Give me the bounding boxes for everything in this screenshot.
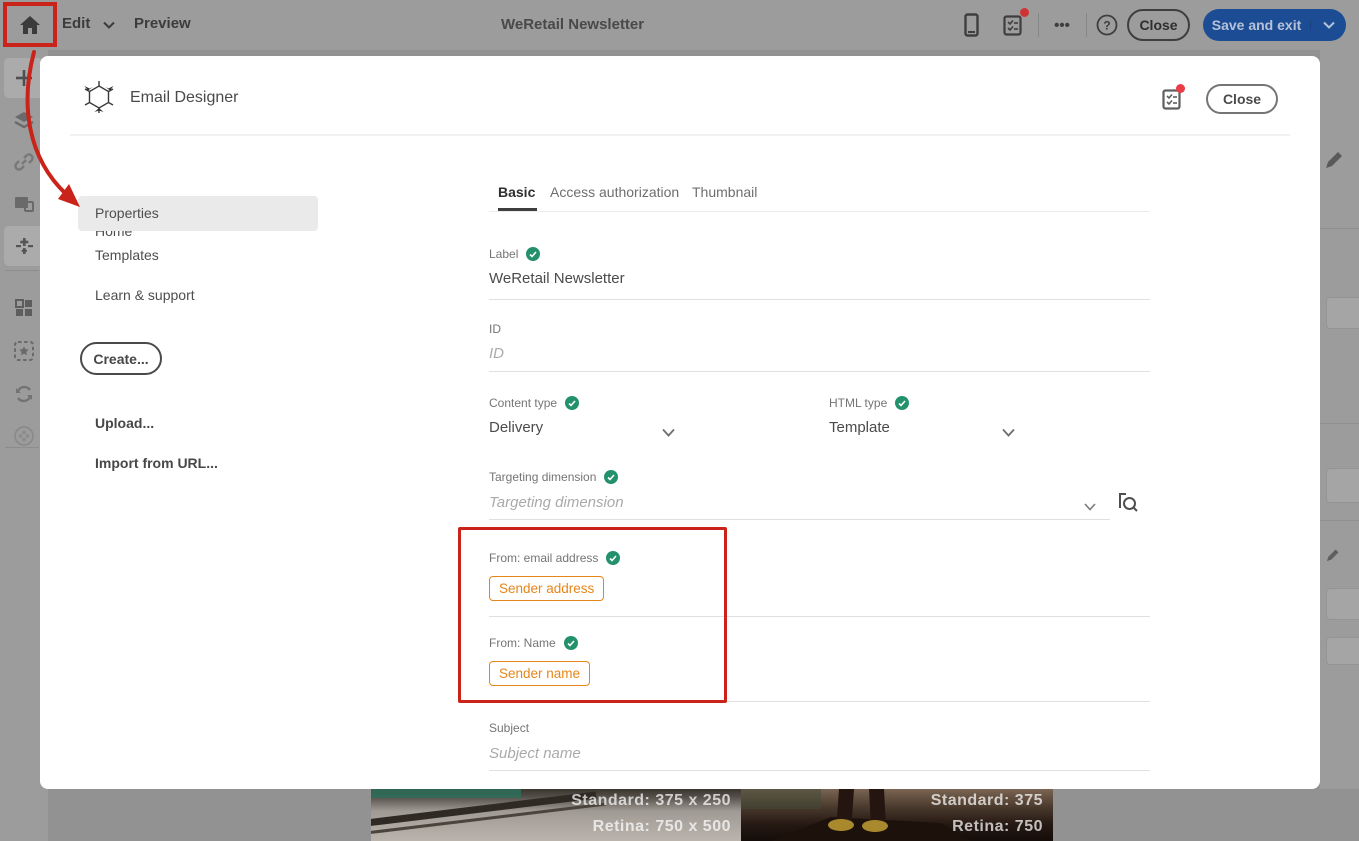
background-field [1326, 297, 1359, 329]
divider [489, 211, 1150, 212]
divider [5, 270, 39, 271]
preview-menu[interactable]: Preview [134, 15, 191, 32]
chevron-down-icon[interactable] [1002, 424, 1015, 442]
background-field [1326, 588, 1359, 620]
targeting-dimension-select[interactable]: Targeting dimension [489, 494, 624, 511]
page-title: WeRetail Newsletter [501, 16, 644, 33]
label-input[interactable]: WeRetail Newsletter [489, 270, 625, 287]
id-field-label: ID [489, 322, 501, 336]
divider [1038, 13, 1039, 37]
device-preview-icon[interactable] [958, 12, 984, 38]
pencil-icon [1322, 150, 1344, 177]
browse-search-icon[interactable] [1118, 492, 1138, 517]
screen: Edit Preview WeRetail Newsletter ••• ? C… [0, 0, 1359, 841]
sync-button[interactable] [4, 374, 44, 414]
dialog-title: Email Designer [130, 89, 238, 107]
save-and-exit-button[interactable]: Save and exit [1203, 9, 1346, 41]
tab-basic[interactable]: Basic [498, 184, 535, 200]
background-field [1326, 468, 1359, 503]
tab-thumbnail[interactable]: Thumbnail [692, 184, 757, 200]
dialog-close-button[interactable]: Close [1206, 84, 1278, 114]
tab-access-authorization[interactable]: Access authorization [550, 184, 679, 200]
save-options-chevron[interactable] [1310, 21, 1346, 29]
valid-check-icon [565, 396, 579, 410]
annotation-box-from-fields [458, 527, 727, 703]
input-underline [489, 519, 1110, 520]
html-type-select[interactable]: Template [829, 419, 890, 436]
nav-item-learn-support[interactable]: Learn & support [95, 287, 195, 303]
photo-caption: Retina: 750 x 500 [593, 818, 731, 836]
targeting-dimension-label: Targeting dimension [489, 470, 618, 484]
input-underline [489, 770, 1150, 771]
help-icon[interactable]: ? [1094, 12, 1120, 38]
save-and-exit-label[interactable]: Save and exit [1203, 17, 1310, 33]
photo-caption: Standard: 375 [931, 792, 1043, 810]
pencil-icon [1324, 548, 1340, 569]
chevron-down-icon[interactable] [662, 424, 675, 442]
background-properties-panel [1320, 50, 1359, 789]
page-information-icon[interactable] [999, 12, 1025, 38]
newsletter-photo-ski: Standard: 375 x 250 Retina: 750 x 500 [371, 789, 741, 841]
valid-check-icon [604, 470, 618, 484]
input-underline [489, 299, 1150, 300]
services-button[interactable] [4, 416, 44, 456]
photo-caption: Standard: 375 x 250 [571, 792, 731, 810]
svg-text:?: ? [1103, 19, 1110, 33]
content-type-label: Content type [489, 396, 579, 410]
create-button[interactable]: Create... [80, 342, 162, 375]
valid-check-icon [895, 396, 909, 410]
divider [70, 134, 1290, 136]
editor-topbar: Edit Preview WeRetail Newsletter ••• ? C… [0, 0, 1359, 50]
photo-caption: Retina: 750 [952, 818, 1043, 836]
more-options-icon[interactable]: ••• [1047, 12, 1077, 38]
subject-label: Subject [489, 721, 529, 735]
input-underline [489, 371, 1150, 372]
annotation-arrow [0, 0, 140, 240]
notification-dot [1176, 84, 1185, 93]
valid-check-icon [526, 247, 540, 261]
id-input[interactable]: ID [489, 345, 504, 362]
fragments-button[interactable] [4, 331, 44, 371]
topbar-close-button[interactable]: Close [1127, 9, 1190, 41]
nav-item-templates[interactable]: Templates [95, 247, 159, 263]
background-field [1326, 637, 1359, 665]
upload-action[interactable]: Upload... [95, 415, 154, 431]
newsletter-photo-hiker: Standard: 375 Retina: 750 [741, 789, 1053, 841]
subject-input[interactable]: Subject name [489, 745, 581, 762]
divider [5, 447, 39, 448]
chevron-down-icon[interactable] [1084, 498, 1096, 516]
import-from-url-action[interactable]: Import from URL... [95, 455, 218, 471]
components-grid-button[interactable] [4, 288, 44, 328]
notification-dot [1020, 8, 1029, 17]
validation-report-icon[interactable] [1162, 88, 1181, 115]
html-type-label: HTML type [829, 396, 909, 410]
label-field-label: Label [489, 247, 540, 261]
divider [1086, 13, 1087, 37]
content-type-select[interactable]: Delivery [489, 419, 543, 436]
